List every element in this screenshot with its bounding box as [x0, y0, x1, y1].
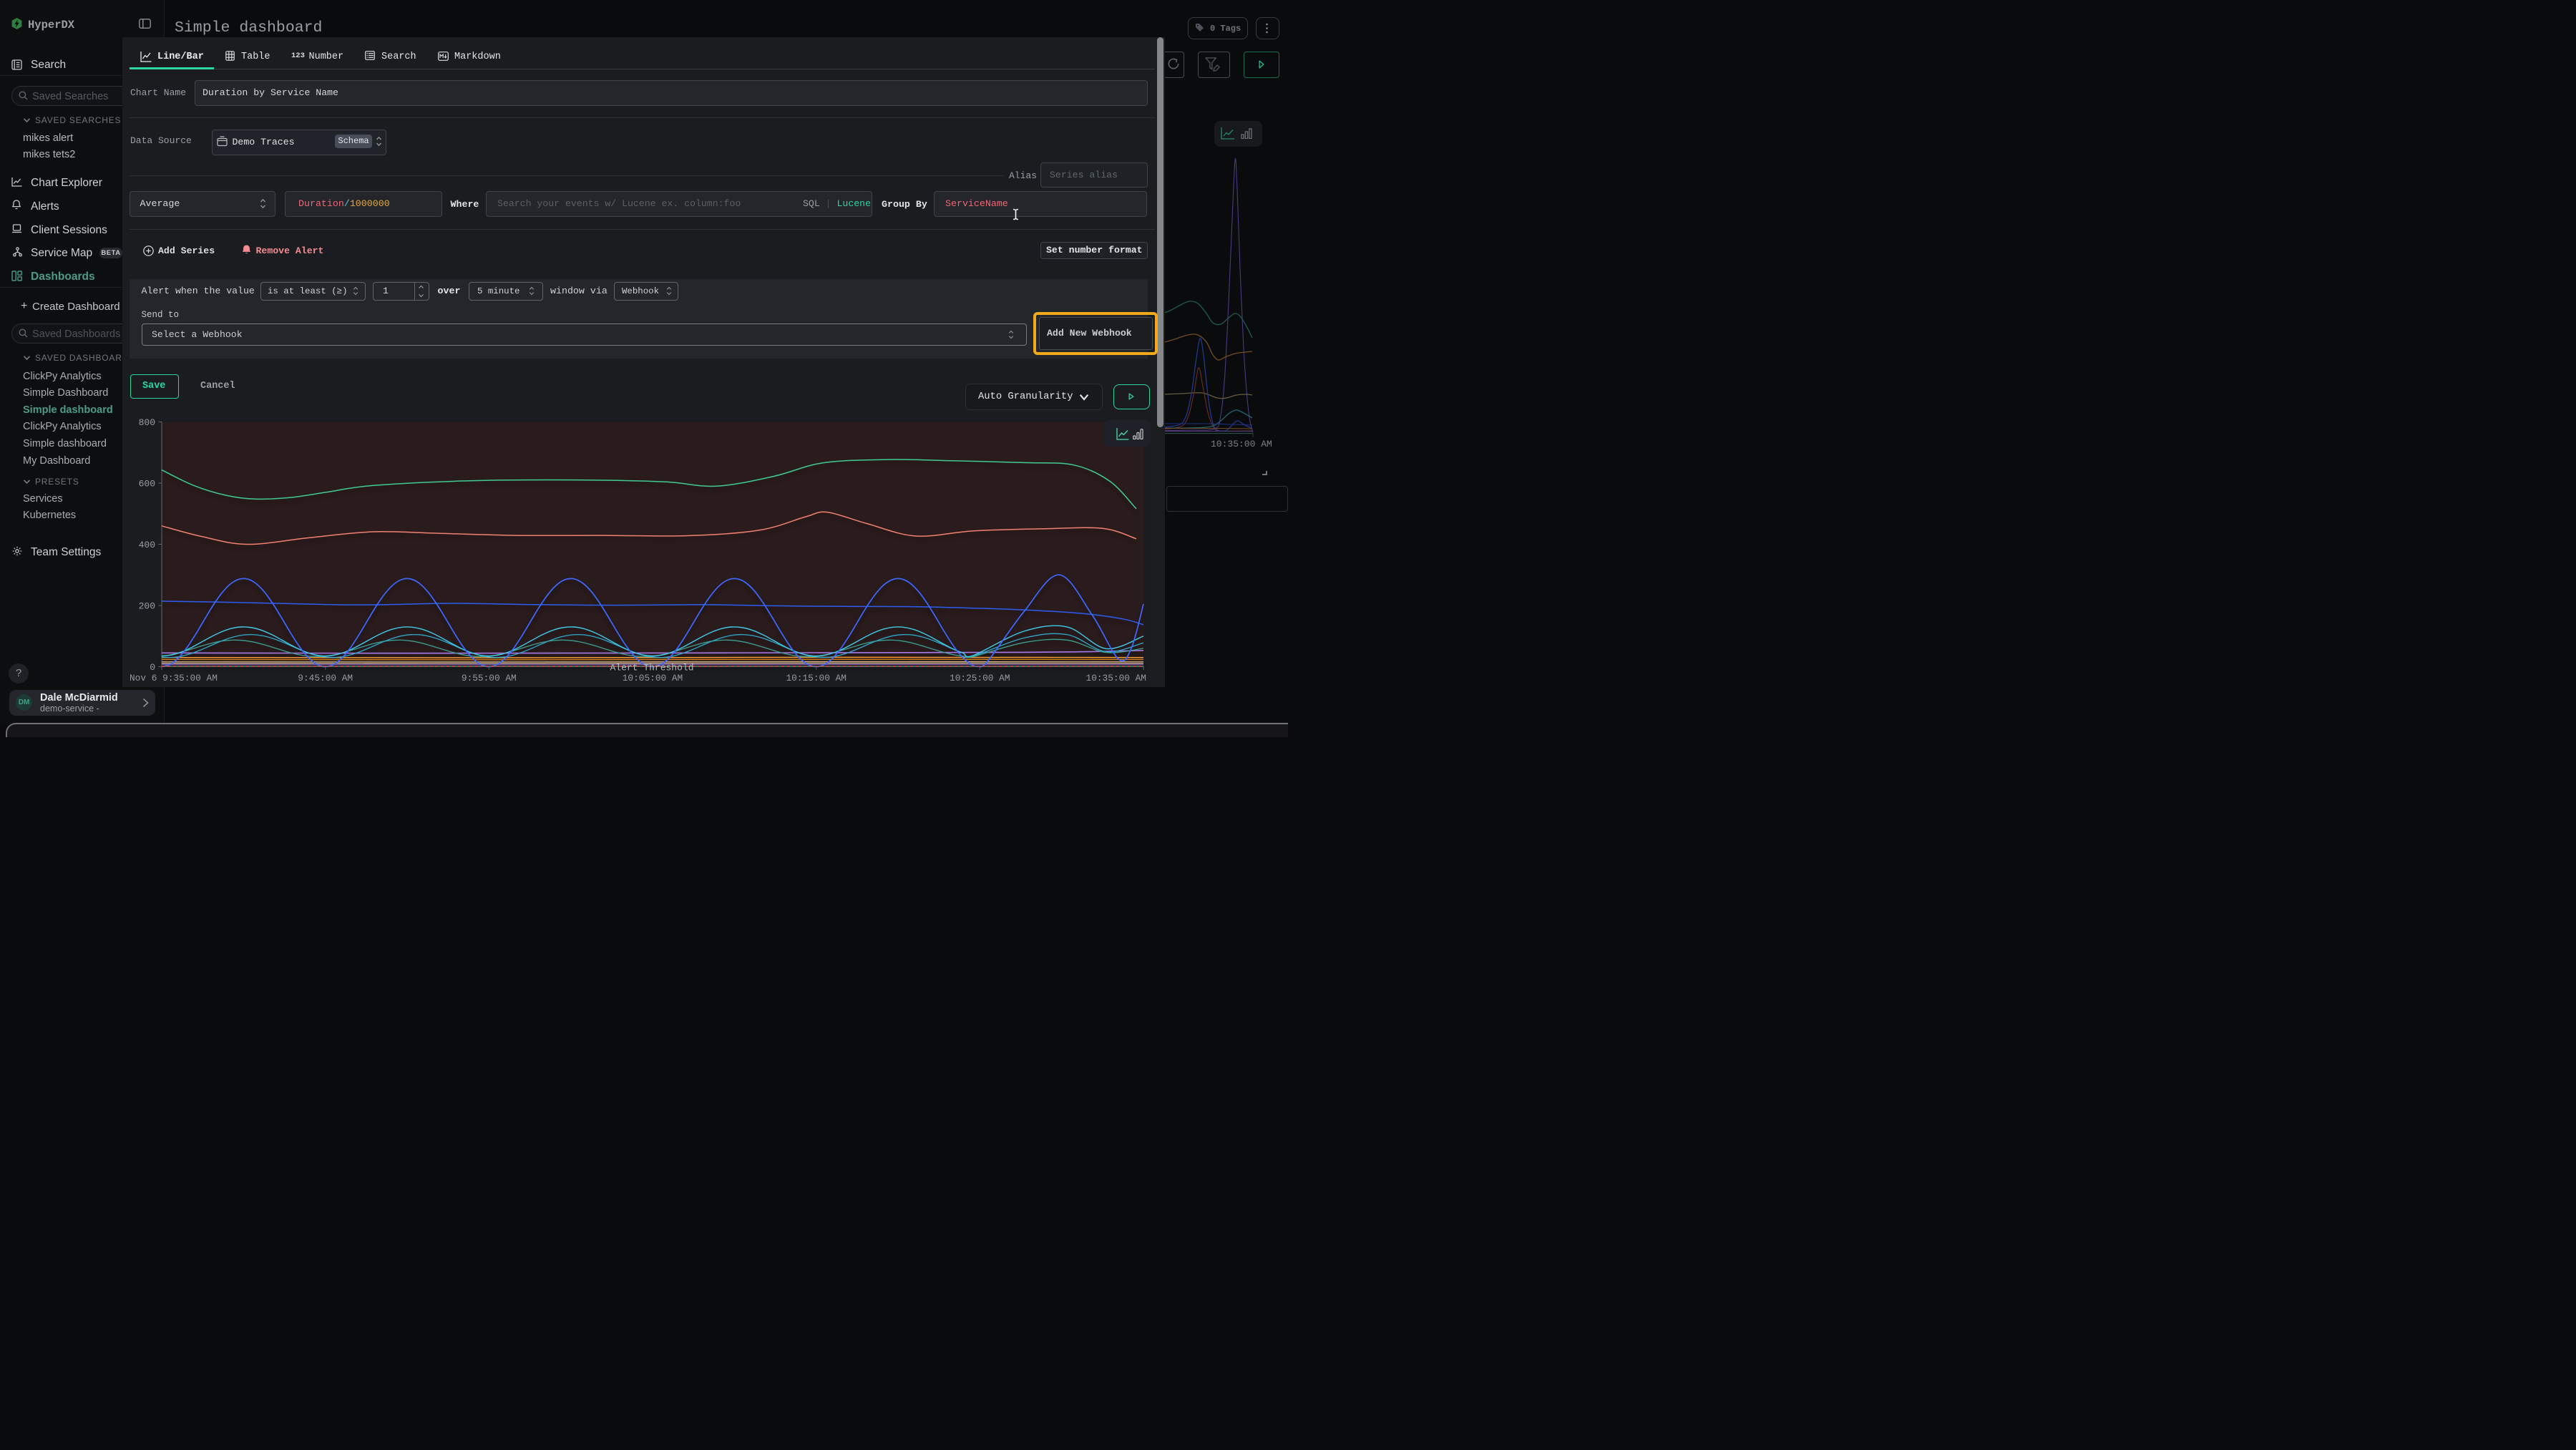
svg-text:0: 0 — [150, 662, 155, 673]
svg-text:Nov 6 9:35:00 AM: Nov 6 9:35:00 AM — [130, 673, 218, 683]
svg-text:10:25:00 AM: 10:25:00 AM — [950, 673, 1010, 683]
svg-text:Alert Threshold: Alert Threshold — [610, 663, 693, 673]
svg-text:10:05:00 AM: 10:05:00 AM — [623, 673, 683, 683]
svg-text:800: 800 — [139, 419, 155, 428]
svg-text:200: 200 — [139, 600, 155, 611]
svg-text:10:35:00 AM: 10:35:00 AM — [1086, 673, 1146, 683]
svg-text:400: 400 — [139, 540, 155, 550]
svg-text:10:15:00 AM: 10:15:00 AM — [786, 673, 846, 683]
svg-text:600: 600 — [139, 478, 155, 489]
svg-text:9:45:00 AM: 9:45:00 AM — [298, 673, 353, 683]
svg-text:9:55:00 AM: 9:55:00 AM — [462, 673, 517, 683]
